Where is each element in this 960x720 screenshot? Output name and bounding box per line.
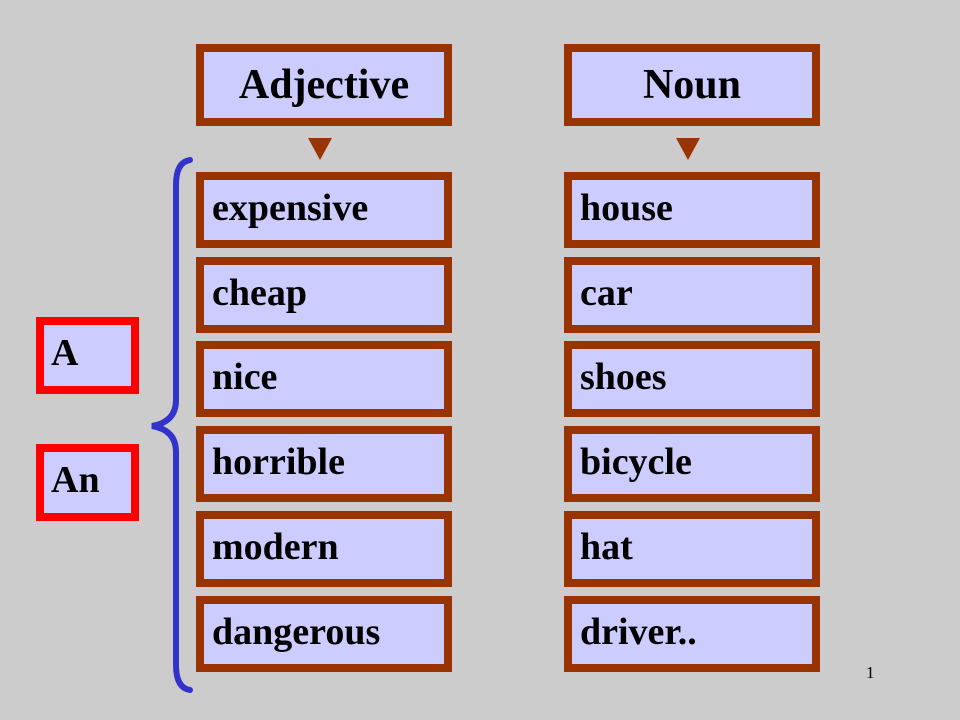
adjective-label: dangerous (212, 611, 381, 653)
noun-label: car (580, 272, 633, 314)
noun-box: bicycle (564, 426, 820, 502)
noun-label: house (580, 187, 673, 229)
noun-label: bicycle (580, 441, 692, 483)
adjective-box: horrible (196, 426, 452, 502)
adjective-label: horrible (212, 441, 345, 483)
adjective-box: expensive (196, 172, 452, 248)
arrow-down-icon (308, 138, 332, 160)
adjective-label: expensive (212, 187, 369, 229)
adjective-label: cheap (212, 272, 307, 314)
adjective-label: modern (212, 526, 339, 568)
noun-box: hat (564, 511, 820, 587)
noun-label: driver.. (580, 611, 697, 653)
noun-box: driver.. (564, 596, 820, 672)
arrow-down-icon (676, 138, 700, 160)
adjective-box: dangerous (196, 596, 452, 672)
adjective-box: modern (196, 511, 452, 587)
noun-box: shoes (564, 341, 820, 417)
article-box-a: A (36, 317, 139, 394)
noun-box: house (564, 172, 820, 248)
adjective-header: Adjective (196, 44, 452, 126)
noun-label: shoes (580, 356, 667, 398)
adjective-header-label: Adjective (238, 62, 410, 108)
page-number: 1 (866, 663, 875, 682)
noun-box: car (564, 257, 820, 333)
article-label: An (51, 459, 100, 501)
noun-header-label: Noun (642, 62, 742, 108)
noun-header: Noun (564, 44, 820, 126)
article-box-an: An (36, 444, 139, 521)
adjective-box: cheap (196, 257, 452, 333)
adjective-box: nice (196, 341, 452, 417)
article-label: A (51, 332, 79, 374)
noun-label: hat (580, 526, 633, 568)
curly-brace-icon (151, 157, 193, 693)
adjective-label: nice (212, 356, 278, 398)
